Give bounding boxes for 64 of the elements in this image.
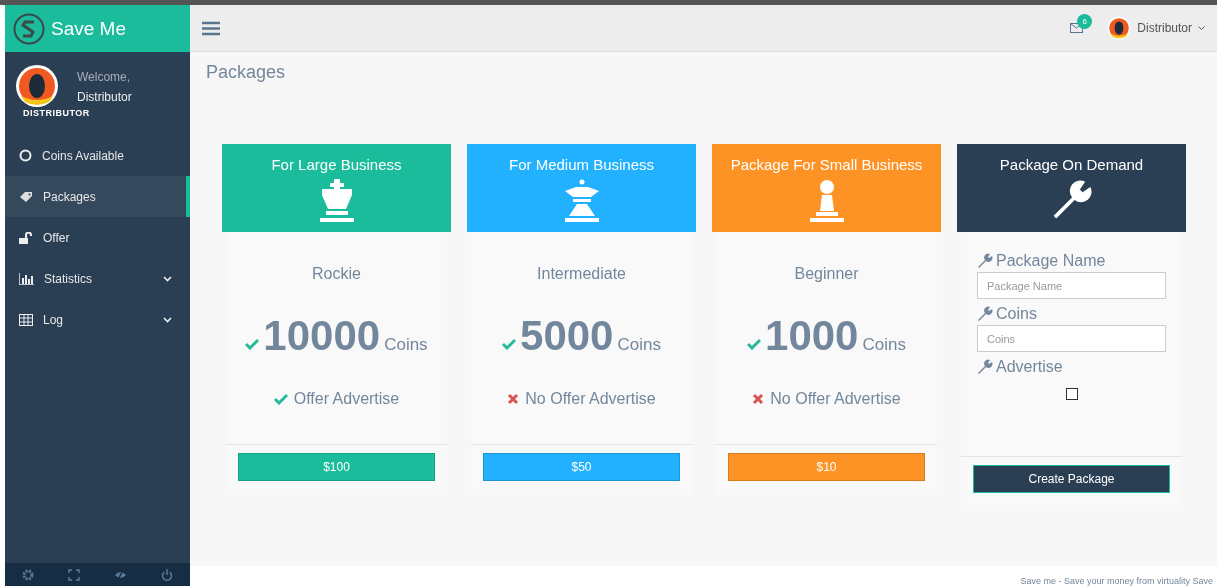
sidebar-item[interactable]: Log (5, 299, 190, 340)
tag-icon (19, 190, 33, 203)
package-name: Rockie (312, 265, 361, 283)
field-label: Package Name (996, 252, 1106, 270)
notification-badge: 6 (1077, 14, 1093, 29)
chess-piece-icon (562, 179, 601, 223)
welcome-text: Welcome, (77, 70, 132, 84)
cross-icon (507, 393, 520, 405)
chevron-down-icon (163, 275, 172, 282)
chevron-down-icon (163, 316, 172, 323)
sidebar-item[interactable]: Coins Available (5, 135, 190, 176)
fullscreen-icon[interactable] (68, 568, 80, 581)
sidebar-item[interactable]: Offer (5, 217, 190, 258)
user-menu[interactable]: Distributor (1107, 16, 1205, 40)
offer-text: No Offer Advertise (770, 390, 901, 408)
wrench-icon (977, 306, 993, 322)
circle-icon (19, 149, 32, 162)
chess-pawn-icon (807, 179, 846, 223)
offer-text: Offer Advertise (293, 390, 400, 408)
package-heading: Package On Demand (999, 156, 1144, 173)
cross-icon (752, 393, 765, 405)
sidebar-item[interactable]: Packages (5, 176, 190, 217)
checkbox[interactable] (1065, 388, 1078, 400)
brand-name: Save Me (51, 17, 126, 40)
user-avatar-icon (1107, 16, 1132, 40)
footer-text: Save me - Save your money from virtuality Save (1020, 576, 1213, 586)
field-label: Advertise (996, 358, 1063, 376)
table-icon (19, 313, 33, 326)
coin-amount: 5000 (520, 312, 614, 360)
mail-icon[interactable] (1070, 23, 1084, 33)
chess-king-icon (317, 179, 356, 223)
package-heading: For Medium Business (508, 156, 655, 173)
check-icon (245, 338, 260, 350)
bar-chart-icon (19, 272, 34, 285)
avatar-icon (15, 64, 59, 108)
coin-unit: Coins (862, 335, 906, 355)
number-input-field[interactable]: Coins (977, 325, 1166, 352)
field-label: Coins (996, 305, 1037, 323)
package-heading: Package For Small Business (730, 156, 923, 173)
page-title: Packages (206, 62, 287, 83)
user-name: Distributor (77, 90, 132, 104)
package-name: Intermediate (537, 265, 626, 283)
check-icon (273, 393, 288, 405)
role-label: DISTRIBUTOR (23, 108, 91, 118)
settings-icon[interactable] (22, 568, 34, 581)
wrench-icon (977, 253, 993, 269)
text-input-field[interactable]: Package Name (977, 272, 1166, 299)
power-icon[interactable] (161, 568, 173, 581)
logo-icon (13, 12, 45, 45)
create-package-button[interactable]: Create Package (973, 465, 1170, 493)
coin-unit: Coins (617, 335, 661, 355)
coin-amount: 10000 (263, 312, 381, 360)
coin-unit: Coins (384, 335, 428, 355)
sidebar-item[interactable]: Statistics (5, 258, 190, 299)
check-icon (747, 338, 762, 350)
caret-icon (1198, 25, 1205, 31)
wrench-icon (977, 359, 993, 375)
unlock-icon (19, 231, 33, 244)
offer-text: No Offer Advertise (525, 390, 656, 408)
coin-amount: 1000 (765, 312, 859, 360)
package-heading: For Large Business (271, 156, 402, 173)
check-icon (502, 338, 517, 350)
package-name: Beginner (794, 265, 859, 283)
menu-icon[interactable] (202, 20, 220, 36)
